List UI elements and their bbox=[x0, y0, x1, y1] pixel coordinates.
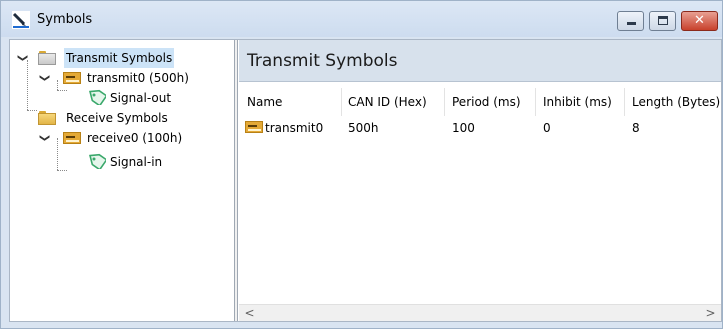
symbols-window: Symbols ✕ ❯ Transmit Symbols ❯ transmit0… bbox=[0, 0, 723, 329]
tree-item-signal-in[interactable]: Signal-in bbox=[10, 152, 235, 172]
column-header-inhibit[interactable]: Inhibit (ms) bbox=[543, 95, 612, 109]
folder-icon bbox=[38, 51, 56, 65]
detail-header: Transmit Symbols bbox=[239, 40, 721, 82]
maximize-button[interactable] bbox=[649, 11, 676, 31]
can-message-icon bbox=[63, 132, 81, 144]
minimize-button[interactable] bbox=[617, 11, 644, 31]
column-header-period[interactable]: Period (ms) bbox=[452, 95, 521, 109]
chevron-down-icon[interactable]: ❯ bbox=[12, 52, 32, 64]
horizontal-scrollbar[interactable]: < > bbox=[239, 304, 721, 321]
client-area: ❯ Transmit Symbols ❯ transmit0 (500h) Si… bbox=[9, 39, 722, 322]
cell-period: 100 bbox=[452, 121, 475, 135]
tree-item-label: Signal-out bbox=[110, 91, 172, 105]
scroll-thumb[interactable] bbox=[258, 308, 700, 318]
close-button[interactable]: ✕ bbox=[681, 11, 718, 31]
tree-item-label: transmit0 (500h) bbox=[87, 71, 189, 85]
tree-item-receive-symbols[interactable]: ❯ Receive Symbols bbox=[10, 108, 235, 128]
scroll-right-icon[interactable]: > bbox=[702, 305, 719, 321]
pen-icon bbox=[12, 11, 30, 29]
column-header-name[interactable]: Name bbox=[247, 95, 282, 109]
tree-item-label: Signal-in bbox=[110, 155, 163, 169]
cell-can-id: 500h bbox=[348, 121, 379, 135]
column-divider[interactable] bbox=[624, 88, 625, 116]
tree-item-signal-out[interactable]: Signal-out bbox=[10, 88, 235, 108]
column-divider[interactable] bbox=[341, 88, 342, 116]
cell-inhibit: 0 bbox=[543, 121, 551, 135]
cell-name: transmit0 bbox=[265, 121, 324, 135]
tree-item-label: Receive Symbols bbox=[66, 111, 168, 125]
column-divider[interactable] bbox=[444, 88, 445, 116]
can-message-icon bbox=[63, 72, 81, 84]
cell-length: 8 bbox=[632, 121, 640, 135]
minimize-icon bbox=[627, 22, 636, 25]
maximize-icon bbox=[658, 16, 668, 25]
tree-item-label: Transmit Symbols bbox=[64, 48, 175, 68]
detail-title: Transmit Symbols bbox=[247, 51, 398, 71]
can-message-icon bbox=[245, 121, 263, 133]
detail-pane: Transmit Symbols Name CAN ID (Hex) Perio… bbox=[239, 40, 721, 321]
title-bar[interactable]: Symbols ✕ bbox=[1, 1, 722, 37]
column-header-can-id[interactable]: CAN ID (Hex) bbox=[348, 95, 427, 109]
chevron-down-icon[interactable]: ❯ bbox=[34, 72, 54, 84]
folder-icon bbox=[38, 111, 56, 125]
tag-icon bbox=[89, 153, 106, 169]
tree-item-receive0[interactable]: ❯ receive0 (100h) bbox=[10, 128, 235, 148]
symbol-tree[interactable]: ❯ Transmit Symbols ❯ transmit0 (500h) Si… bbox=[10, 40, 235, 321]
column-header-length[interactable]: Length (Bytes) bbox=[632, 95, 720, 109]
column-divider[interactable] bbox=[535, 88, 536, 116]
chevron-down-icon[interactable]: ❯ bbox=[34, 132, 54, 144]
tag-icon bbox=[89, 89, 106, 105]
scroll-left-icon[interactable]: < bbox=[241, 305, 258, 321]
window-title: Symbols bbox=[37, 12, 93, 27]
tree-item-label: receive0 (100h) bbox=[87, 131, 183, 145]
tree-item-transmit0[interactable]: ❯ transmit0 (500h) bbox=[10, 68, 235, 88]
close-icon: ✕ bbox=[694, 13, 705, 28]
tree-item-transmit-symbols[interactable]: ❯ Transmit Symbols bbox=[10, 48, 235, 68]
pane-splitter[interactable] bbox=[235, 40, 238, 321]
